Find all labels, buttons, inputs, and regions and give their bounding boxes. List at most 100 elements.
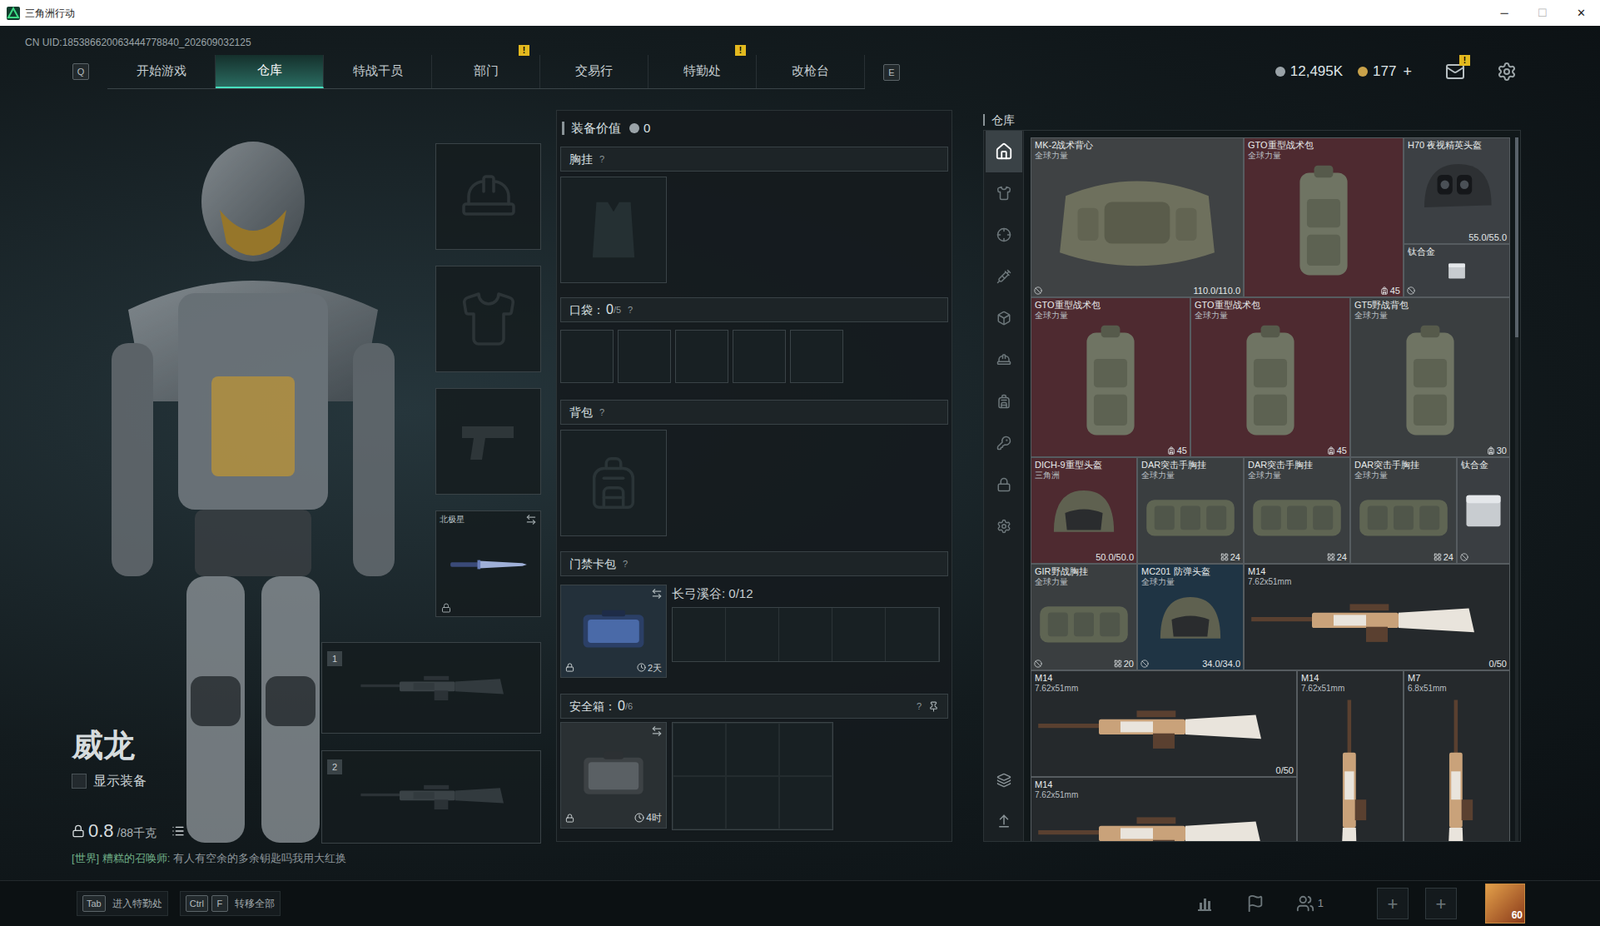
show-gear-toggle[interactable]: 显示装备 — [71, 770, 322, 791]
warehouse-item[interactable]: M76.8x51mm — [1403, 670, 1511, 841]
helmet-slot[interactable] — [435, 143, 542, 250]
sidebar-tab[interactable] — [985, 463, 1023, 506]
window-control[interactable]: ☐ — [1523, 0, 1562, 26]
help-mark[interactable]: ? — [599, 405, 605, 420]
warehouse-item[interactable]: GTO重型战术包全球力量45 — [1243, 137, 1404, 298]
weapon-slot[interactable]: 2 — [321, 750, 542, 844]
item-image — [1457, 470, 1510, 552]
sidebar-tab[interactable] — [985, 130, 1023, 173]
help-mark[interactable]: ? — [627, 303, 633, 318]
nav-tab[interactable]: 特勤处! — [648, 54, 757, 89]
warehouse-item[interactable]: M147.62x51mm — [1296, 670, 1404, 841]
item-name: 钛合金 — [1460, 459, 1506, 471]
scrollbar-thumb[interactable] — [1515, 137, 1519, 338]
armor-slot[interactable] — [435, 265, 542, 373]
mail-button[interactable]: ! — [1445, 61, 1466, 82]
add-party-slot[interactable]: + — [1376, 887, 1409, 920]
safe-slot[interactable] — [725, 722, 780, 776]
keycard-slot[interactable] — [779, 607, 833, 661]
warehouse-item[interactable]: DICH-9重型头盔三角洲50.0/50.0 — [1030, 457, 1138, 564]
shortcut-hint[interactable]: CtrlF转移全部 — [179, 890, 281, 916]
help-mark[interactable]: ? — [916, 699, 922, 714]
pocket-slot[interactable] — [560, 329, 614, 383]
safe-slot[interactable] — [672, 775, 726, 830]
nav-tab[interactable]: 部门! — [432, 54, 541, 89]
item-name: M14 — [1247, 566, 1506, 577]
keycard-slot[interactable] — [725, 607, 780, 661]
weight-value: 0.8 — [88, 819, 115, 842]
swap-icon[interactable] — [650, 587, 663, 600]
settings-icon[interactable] — [1496, 61, 1517, 82]
party-button[interactable]: 1 — [1296, 894, 1324, 913]
add-currency-button[interactable]: + — [1402, 60, 1412, 84]
swap-icon[interactable] — [650, 725, 663, 737]
window-control[interactable]: ✕ — [1561, 0, 1600, 26]
keycard-slot[interactable] — [672, 607, 726, 661]
warehouse-item[interactable]: GTO重型战术包全球力量45 — [1030, 297, 1191, 458]
keycard-slot[interactable] — [885, 607, 940, 661]
swap-icon[interactable] — [525, 513, 537, 526]
chest-rig-slot[interactable] — [560, 176, 667, 284]
pin-icon[interactable] — [928, 700, 940, 712]
safe-slot[interactable] — [672, 722, 726, 776]
sidebar-tab[interactable] — [985, 297, 1023, 339]
shortcut-hint[interactable]: Tab进入特勤处 — [76, 890, 169, 916]
safe-slot[interactable] — [779, 722, 833, 776]
sidebar-tab[interactable] — [985, 255, 1023, 298]
sidebar-tab[interactable] — [985, 338, 1023, 381]
sidebar-tab[interactable] — [985, 172, 1023, 214]
warehouse-item[interactable]: M147.62x51mm — [1030, 776, 1297, 841]
nav-tab[interactable]: 交易行 — [540, 54, 649, 89]
weapon-slot[interactable]: 1 — [321, 641, 542, 734]
warehouse-item[interactable]: GTO重型战术包全球力量45 — [1190, 297, 1351, 458]
sidebar-tab[interactable] — [985, 213, 1023, 256]
nav-tab[interactable]: 改枪台 — [756, 54, 865, 89]
item-subtitle: 全球力量 — [1247, 150, 1400, 161]
player-avatar[interactable]: 60 — [1485, 883, 1526, 924]
backpack-slot[interactable] — [560, 429, 667, 537]
sidebar-tab[interactable] — [985, 422, 1023, 464]
help-mark[interactable]: ? — [622, 556, 628, 572]
nav-tab[interactable]: 仓库 — [215, 54, 324, 89]
flag-icon[interactable] — [1246, 894, 1265, 913]
warehouse-item[interactable]: DAR突击手胸挂全球力量24 — [1137, 457, 1244, 564]
pocket-slot[interactable] — [790, 329, 844, 383]
scrollbar[interactable] — [1515, 137, 1519, 841]
warehouse-item[interactable]: GIR野战胸挂全球力量20 — [1030, 563, 1138, 671]
nav-tab[interactable]: 开始游戏 — [107, 54, 216, 89]
warehouse-item[interactable]: DAR突击手胸挂全球力量24 — [1243, 457, 1351, 564]
warehouse-item[interactable]: 钛合金 — [1403, 243, 1511, 298]
keycard-slot[interactable] — [832, 607, 886, 661]
warehouse-item[interactable]: H70 夜视精英头盔55.0/55.0 — [1403, 137, 1511, 244]
warehouse-item[interactable]: MC201 防弹头盔全球力量34.0/34.0 — [1137, 563, 1244, 671]
pocket-slot[interactable] — [675, 329, 729, 383]
all-icon — [994, 142, 1014, 161]
sidebar-tab[interactable] — [985, 380, 1023, 423]
warehouse-item[interactable]: M147.62x51mm0/50 — [1243, 563, 1511, 671]
sidebar-tool[interactable] — [985, 800, 1023, 841]
sidebar-tool[interactable] — [985, 759, 1023, 800]
checkbox[interactable] — [71, 773, 87, 789]
pistol-slot[interactable] — [435, 387, 542, 495]
safe-box-slot[interactable]: 4时 — [560, 721, 667, 829]
warehouse-item[interactable]: 钛合金 — [1456, 457, 1511, 564]
stats-icon[interactable] — [1194, 893, 1215, 914]
key-cap: E — [883, 64, 900, 81]
safe-slot[interactable] — [725, 775, 780, 830]
pocket-slot[interactable] — [617, 329, 671, 383]
warehouse-item[interactable]: MK-2战术背心全球力量110.0/110.0 — [1030, 137, 1244, 298]
item-subtitle: 7.62x51mm — [1034, 790, 1293, 800]
warehouse-item[interactable]: GT5野战背包全球力量30 — [1350, 297, 1511, 458]
help-mark[interactable]: ? — [599, 152, 605, 167]
warehouse-item[interactable]: M147.62x51mm0/50 — [1030, 670, 1297, 777]
sidebar-tab[interactable] — [985, 505, 1023, 547]
add-party-slot[interactable]: + — [1425, 887, 1457, 920]
warehouse-item[interactable]: DAR突击手胸挂全球力量24 — [1350, 457, 1457, 564]
keycard-case-slot[interactable]: 2天 — [560, 584, 667, 678]
pocket-slot[interactable] — [732, 329, 786, 383]
melee-slot[interactable]: 北极星 — [435, 510, 542, 617]
window-control[interactable]: ─ — [1485, 0, 1524, 26]
safe-slot[interactable] — [779, 775, 833, 830]
nav-tab[interactable]: 特战干员 — [323, 54, 433, 89]
list-icon[interactable] — [171, 824, 185, 838]
